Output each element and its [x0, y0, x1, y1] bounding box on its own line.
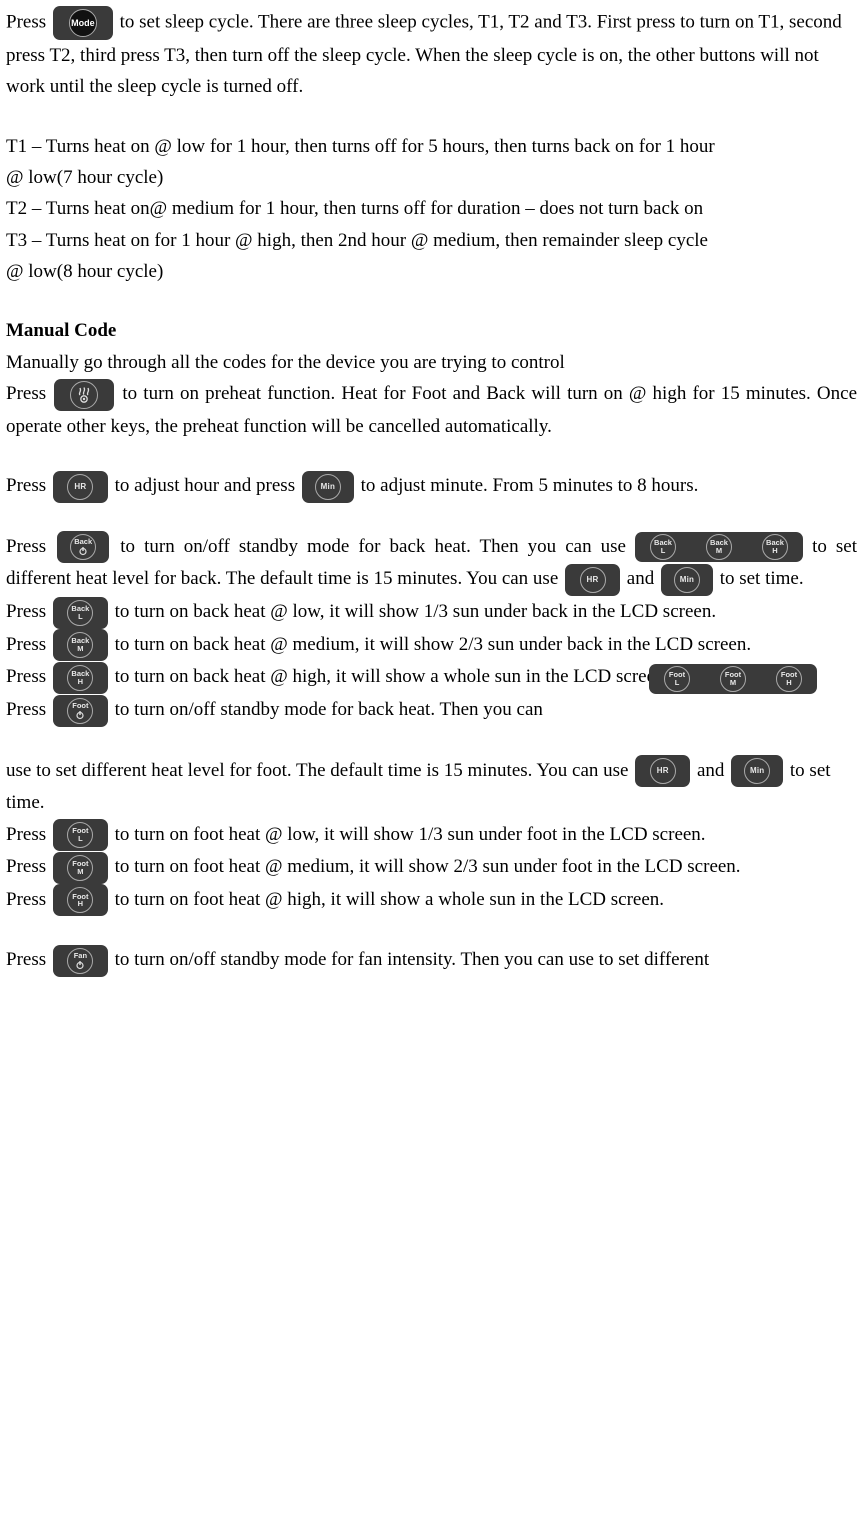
t1-line1: T1 – Turns heat on @ low for 1 hour, the…: [6, 131, 857, 162]
back-h-icon: Back H: [67, 665, 93, 691]
paragraph-preheat: Press to turn on preheat function. Heat …: [6, 378, 857, 442]
text: to adjust hour and press: [115, 475, 300, 496]
back-lmh-group-icon: Back L Back M Back H: [635, 532, 803, 562]
text: Press: [6, 383, 52, 404]
text: and: [697, 760, 724, 781]
back-m-icon: Back M: [67, 632, 93, 658]
back-l-icon: Back L: [635, 532, 691, 562]
foot-power-icon: Foot: [67, 698, 93, 724]
text: to set sleep cycle. There are three slee…: [6, 11, 842, 97]
t2-line: T2 – Turns heat on@ medium for 1 hour, t…: [6, 193, 857, 224]
text: Press: [6, 475, 46, 496]
paragraph-foot-medium: Press Foot M to turn on foot heat @ medi…: [6, 851, 857, 884]
t3-line1: T3 – Turns heat on for 1 hour @ high, th…: [6, 225, 857, 256]
foot-power-button-icon: Foot: [53, 695, 108, 727]
text: to set time.: [720, 568, 804, 589]
text: to turn on foot heat @ low, it will show…: [115, 824, 706, 845]
hr-icon: HR: [67, 474, 93, 500]
text: to turn on/off standby mode for back hea…: [120, 536, 635, 557]
paragraph-back-medium: Press Back M to turn on back heat @ medi…: [6, 629, 857, 662]
t3-line2: @ low(8 hour cycle): [6, 256, 857, 287]
min-button-icon: Min: [731, 755, 783, 787]
back-l-icon: Back L: [67, 600, 93, 626]
text: to turn on/off standby mode for fan inte…: [115, 949, 710, 970]
text: Press: [6, 601, 46, 622]
preheat-button-icon: [54, 379, 114, 411]
text: and: [627, 568, 659, 589]
foot-l-button-icon: Foot L: [53, 819, 108, 851]
mode-button-icon: Mode: [53, 6, 113, 40]
foot-h-icon: Foot H: [67, 887, 93, 913]
hr-button-icon: HR: [565, 564, 620, 596]
text: to turn on foot heat @ high, it will sho…: [115, 889, 664, 910]
back-l-button-icon: Back L: [53, 597, 108, 629]
fan-power-button-icon: Fan: [53, 945, 108, 977]
paragraph-foot-high: Press Foot H to turn on foot heat @ high…: [6, 884, 857, 917]
text: Press: [6, 824, 46, 845]
hr-button-icon: HR: [53, 471, 108, 503]
back-m-button-icon: Back M: [53, 629, 108, 661]
back-power-button-icon: Back: [57, 531, 109, 563]
text: Press: [6, 536, 46, 557]
back-m-icon: Back M: [691, 532, 747, 562]
text: Press: [6, 699, 46, 720]
hr-icon: HR: [650, 758, 676, 784]
min-icon: Min: [744, 758, 770, 784]
paragraph-sleep-cycle: Press Mode to set sleep cycle. There are…: [6, 6, 857, 103]
mode-icon: Mode: [69, 9, 97, 37]
text: to adjust minute. From 5 minutes to 8 ho…: [361, 475, 699, 496]
preheat-icon: [70, 381, 98, 409]
foot-m-icon: Foot M: [705, 664, 761, 694]
foot-h-icon: Foot H: [761, 664, 817, 694]
paragraph-back-standby: Press Back to turn on/off standby mode f…: [6, 531, 857, 596]
min-icon: Min: [315, 474, 341, 500]
text: to turn on back heat @ low, it will show…: [115, 601, 716, 622]
fan-power-icon: Fan: [67, 948, 93, 974]
foot-m-button-icon: Foot M: [53, 852, 108, 884]
foot-m-icon: Foot M: [67, 855, 93, 881]
hr-icon: HR: [580, 567, 606, 593]
paragraph-foot-standby: Press Foot to turn on/off standby mode f…: [6, 694, 857, 727]
foot-lmh-group-icon: Foot L Foot M Foot H: [649, 664, 817, 694]
manual-code-sub: Manually go through all the codes for th…: [6, 347, 857, 378]
text: Press: [6, 856, 46, 877]
text: to turn on/off standby mode for back hea…: [115, 699, 543, 720]
text: Press: [6, 11, 46, 32]
hr-button-icon: HR: [635, 755, 690, 787]
text: use to set different heat level for foot…: [6, 760, 633, 781]
min-button-icon: Min: [302, 471, 354, 503]
text: Press: [6, 666, 46, 687]
min-icon: Min: [674, 567, 700, 593]
text: Press: [6, 634, 46, 655]
paragraph-hr-min: Press HR to adjust hour and press Min to…: [6, 470, 857, 503]
text: Press: [6, 889, 46, 910]
foot-h-button-icon: Foot H: [53, 884, 108, 916]
min-button-icon: Min: [661, 564, 713, 596]
t1-line2: @ low(7 hour cycle): [6, 162, 857, 193]
foot-l-icon: Foot L: [649, 664, 705, 694]
text: Press: [6, 949, 46, 970]
paragraph-fan: Press Fan to turn on/off standby mode fo…: [6, 944, 857, 977]
foot-l-icon: Foot L: [67, 822, 93, 848]
text: to turn on foot heat @ medium, it will s…: [115, 856, 741, 877]
back-power-icon: Back: [70, 534, 96, 560]
text: to turn on preheat function. Heat for Fo…: [6, 383, 857, 437]
text: to turn on back heat @ high, it will sho…: [115, 666, 670, 687]
back-h-icon: Back H: [747, 532, 803, 562]
paragraph-foot-use: use to set different heat level for foot…: [6, 755, 857, 819]
text: to turn on back heat @ medium, it will s…: [115, 634, 751, 655]
back-h-button-icon: Back H: [53, 662, 108, 694]
paragraph-back-low: Press Back L to turn on back heat @ low,…: [6, 596, 857, 629]
manual-code-heading: Manual Code: [6, 315, 857, 346]
paragraph-foot-low: Press Foot L to turn on foot heat @ low,…: [6, 819, 857, 852]
